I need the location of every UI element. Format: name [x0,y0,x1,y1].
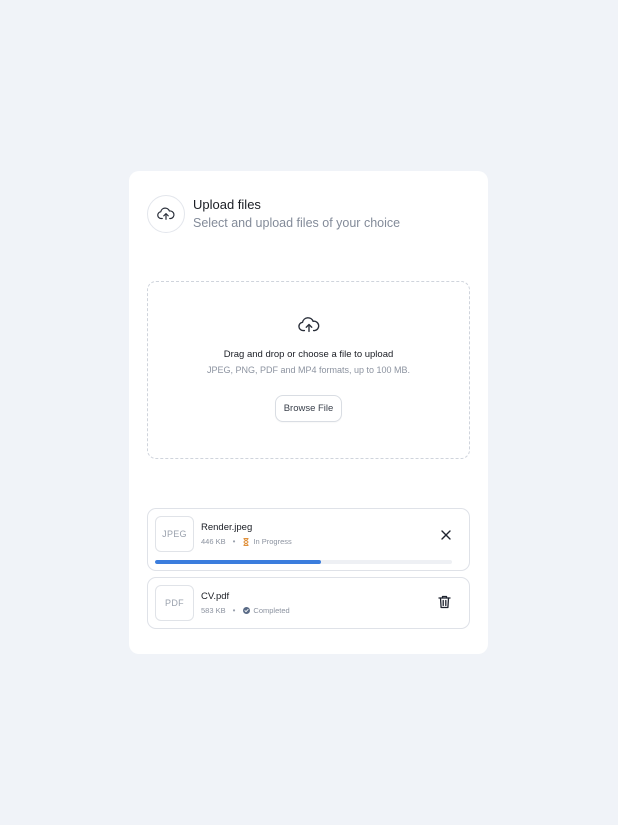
upload-card: Upload files Select and upload files of … [129,171,488,654]
file-name: Render.jpeg [201,522,253,533]
header-upload-badge [147,195,185,233]
cancel-upload-button[interactable] [438,527,454,543]
trash-icon [437,595,451,609]
browse-file-button[interactable]: Browse File [275,395,342,422]
file-status: In Progress [253,537,292,546]
file-status: Completed [253,606,290,615]
page-subtitle: Select and upload files of your choice [193,216,401,230]
file-item: JPEG Render.jpeg 446 KB • In Progress [147,508,470,571]
page-title: Upload files [193,197,261,212]
delete-file-button[interactable] [436,594,452,610]
meta-separator: • [232,537,236,546]
upload-progress-bar [155,560,452,564]
file-size: 446 KB [201,537,226,546]
file-type-thumb: JPEG [155,516,194,552]
dropzone-instruction: Drag and drop or choose a file to upload [223,349,394,360]
cloud-upload-icon [298,317,320,333]
hourglass-icon [242,537,250,546]
file-size: 583 KB [201,606,226,615]
file-meta: 583 KB • Completed [201,606,290,615]
cloud-upload-icon [157,207,175,220]
file-type-thumb: PDF [155,585,194,621]
check-circle-icon [242,607,250,615]
file-dropzone[interactable]: Drag and drop or choose a file to upload… [147,281,470,459]
meta-separator: • [232,606,236,615]
upload-progress-fill [155,560,322,564]
file-meta: 446 KB • In Progress [201,537,292,546]
dropzone-formats: JPEG, PNG, PDF and MP4 formats, up to 10… [206,365,411,375]
file-name: CV.pdf [201,591,230,602]
file-item: PDF CV.pdf 583 KB • Completed [147,577,470,629]
close-icon [441,530,451,540]
